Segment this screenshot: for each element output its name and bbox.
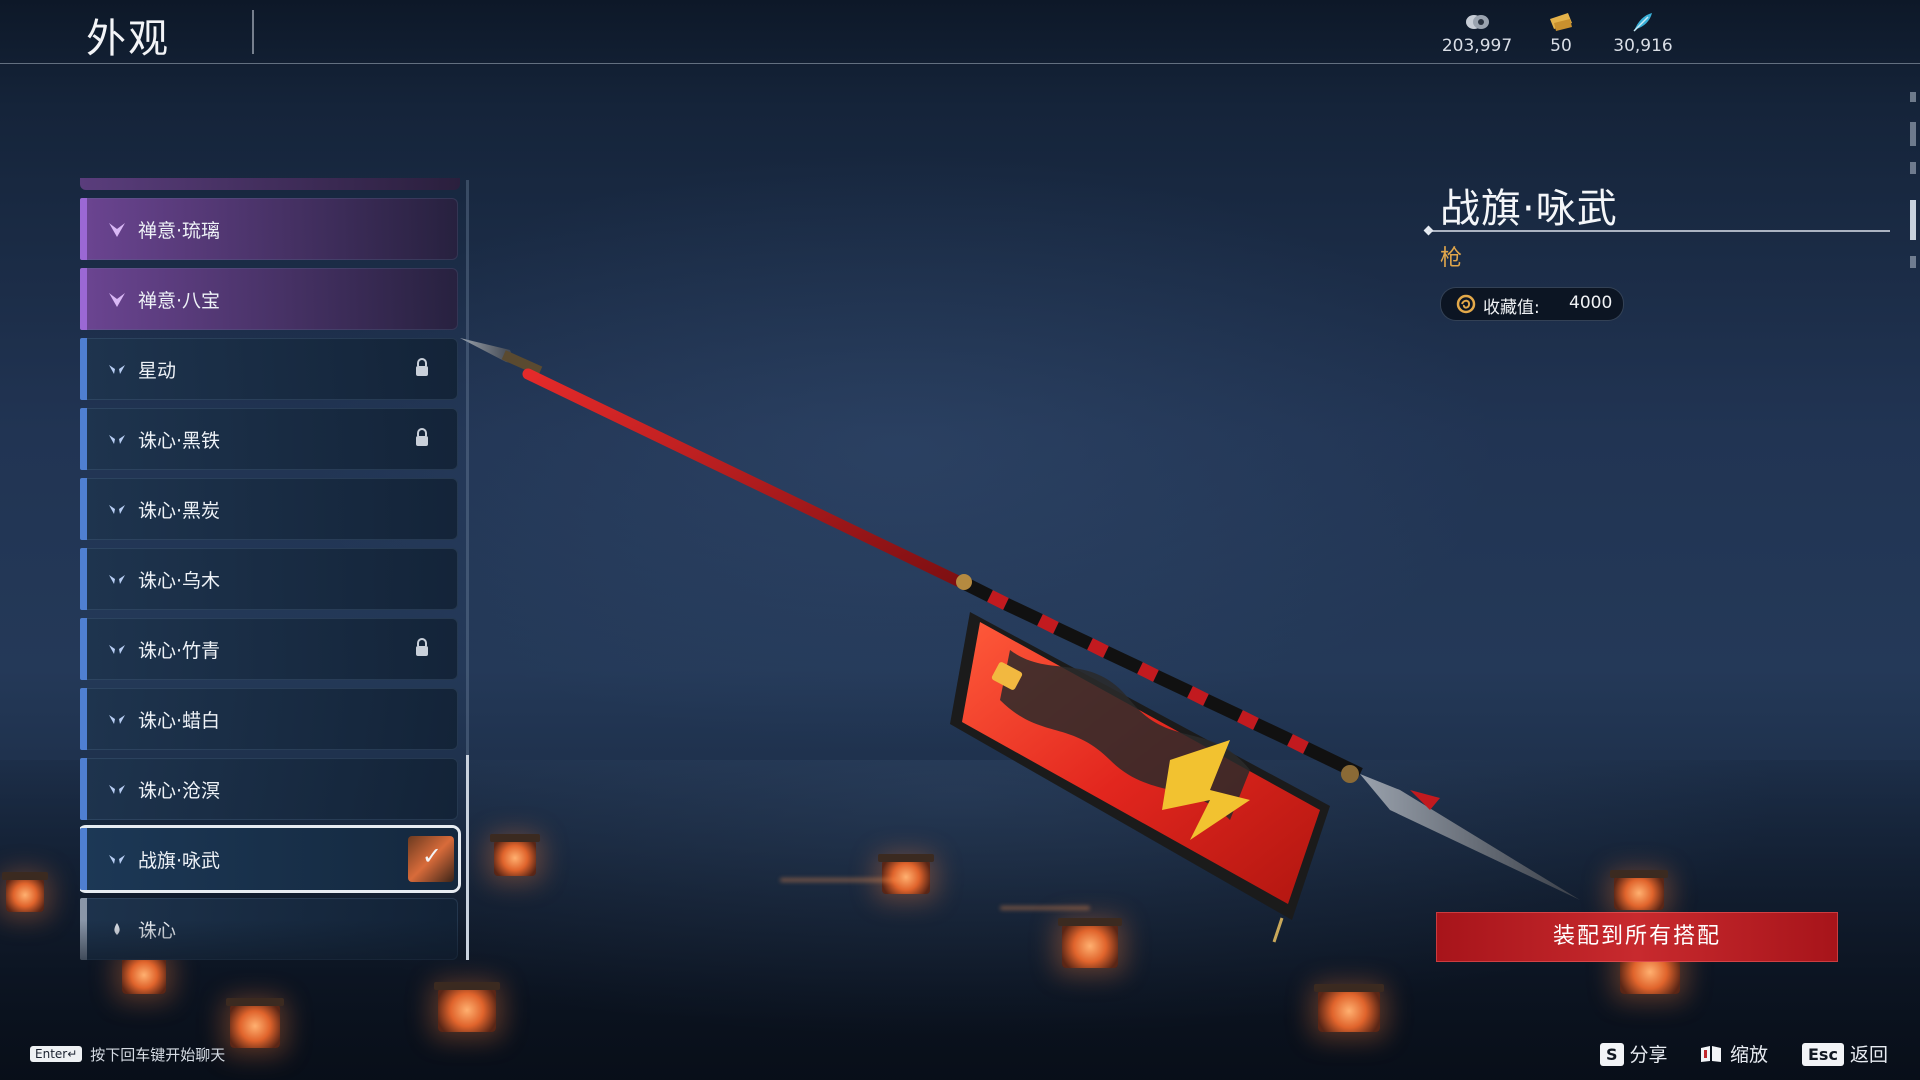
coin-icon (1466, 15, 1489, 29)
skin-label: 诛心·蜡白 (138, 710, 221, 732)
rarity-bar (80, 618, 87, 680)
lantern (1314, 984, 1384, 1032)
rarity-blue-icon (109, 575, 125, 584)
scrollbar-thumb[interactable] (466, 755, 469, 960)
item-name-divider (1428, 230, 1890, 232)
rarity-bar (80, 198, 87, 260)
lantern (434, 982, 500, 1032)
collection-icon (1456, 294, 1476, 314)
lock-icon (416, 428, 428, 446)
skin-label: 战旗·咏武 (138, 850, 221, 872)
rarity-bar (80, 478, 87, 540)
collection-value: 4000 (1569, 293, 1613, 313)
skin-label: 星动 (138, 360, 177, 382)
weapon-spear-banner[interactable] (450, 320, 1600, 960)
rarity-bar (80, 688, 87, 750)
rarity-purple-icon (109, 223, 125, 237)
rarity-blue-icon (109, 715, 125, 724)
ticket-icon (1550, 13, 1572, 31)
collection-value-badge: 收藏值: 4000 (1440, 287, 1624, 321)
back-action[interactable]: Esc 返回 (1802, 1040, 1888, 1067)
share-label: 分享 (1629, 1044, 1668, 1066)
list-item-skin[interactable]: 诛心·黑铁 (80, 408, 458, 470)
s-key-icon: S (1600, 1043, 1624, 1066)
list-item-skin[interactable]: 诛心·蜡白 (80, 688, 458, 750)
lantern (2, 872, 48, 912)
feather-icon (1633, 13, 1652, 32)
rarity-purple-icon (109, 293, 125, 307)
back-label: 返回 (1849, 1044, 1888, 1066)
currency-feathers: 30,916 (1588, 10, 1698, 56)
skin-list[interactable]: 禅意·琉璃 禅意·八宝 星动 诛心·黑铁 诛心·黑炭 诛心·乌木 诛心·竹青 诛… (80, 180, 470, 960)
rarity-blue-icon (109, 645, 125, 654)
top-divider (0, 63, 1920, 64)
chat-hint[interactable]: Enter↵ 按下回车键开始聊天 (30, 1044, 225, 1065)
lock-icon (416, 638, 428, 656)
rarity-bar (80, 408, 87, 470)
page-title: 外观 (86, 16, 170, 62)
equip-all-button[interactable]: 装配到所有搭配 (1436, 912, 1838, 962)
skin-label: 诛心·乌木 (138, 570, 221, 592)
list-item-skin[interactable]: 星动 (80, 338, 458, 400)
rarity-bar (80, 548, 87, 610)
skin-label: 诛心·黑炭 (138, 500, 221, 522)
zoom-label: 缩放 (1730, 1044, 1769, 1066)
right-edge-scroll-indicator (1910, 92, 1916, 272)
lantern (118, 950, 170, 994)
rarity-bar (80, 338, 87, 400)
top-bar: 外观 203,997 50 30,916 (0, 0, 1920, 64)
list-scrollbar[interactable] (466, 180, 469, 960)
skin-label: 诛心·沧溟 (138, 780, 221, 802)
equipped-check-icon: ✓ (421, 842, 442, 870)
item-type: 枪 (1440, 246, 1463, 271)
rarity-blue-icon (109, 435, 125, 444)
list-item-skin[interactable]: 诛心·乌木 (80, 548, 458, 610)
rarity-blue-icon (109, 785, 125, 794)
rarity-bar (80, 268, 87, 330)
zoom-action[interactable]: 缩放 (1700, 1040, 1768, 1067)
list-item-skin[interactable]: 禅意·琉璃 (80, 198, 458, 260)
list-item-skin-selected[interactable]: 战旗·咏武 ✓ (80, 828, 458, 890)
book-icon (1701, 1046, 1721, 1062)
rarity-blue-icon (109, 365, 125, 374)
rarity-blue-icon (109, 505, 125, 514)
feather-count: 30,916 (1613, 36, 1673, 56)
skin-label: 禅意·八宝 (138, 290, 221, 312)
lock-icon (416, 358, 428, 376)
share-action[interactable]: S 分享 (1600, 1040, 1668, 1067)
list-item-skin[interactable]: 诛心·黑炭 (80, 478, 458, 540)
lantern (1610, 870, 1668, 910)
skin-label: 诛心·黑铁 (138, 430, 221, 452)
skin-label: 诛心·竹青 (138, 640, 221, 662)
chat-hint-text: 按下回车键开始聊天 (90, 1046, 226, 1064)
rarity-bar (80, 758, 87, 820)
rarity-bar (80, 828, 87, 890)
enter-key-icon: Enter↵ (30, 1046, 83, 1062)
skin-label: 禅意·琉璃 (138, 220, 221, 242)
lantern (226, 998, 284, 1048)
rarity-blue-icon (109, 855, 125, 864)
list-item-skin[interactable]: 诛心·沧溟 (80, 758, 458, 820)
item-name: 战旗·咏武 (1440, 186, 1618, 232)
collection-label: 收藏值: (1483, 298, 1540, 318)
esc-key-icon: Esc (1802, 1043, 1844, 1066)
list-item-skin[interactable]: 禅意·八宝 (80, 268, 458, 330)
title-divider (252, 10, 254, 54)
list-item-skin[interactable]: 诛心·竹青 (80, 618, 458, 680)
list-fade (80, 920, 470, 960)
